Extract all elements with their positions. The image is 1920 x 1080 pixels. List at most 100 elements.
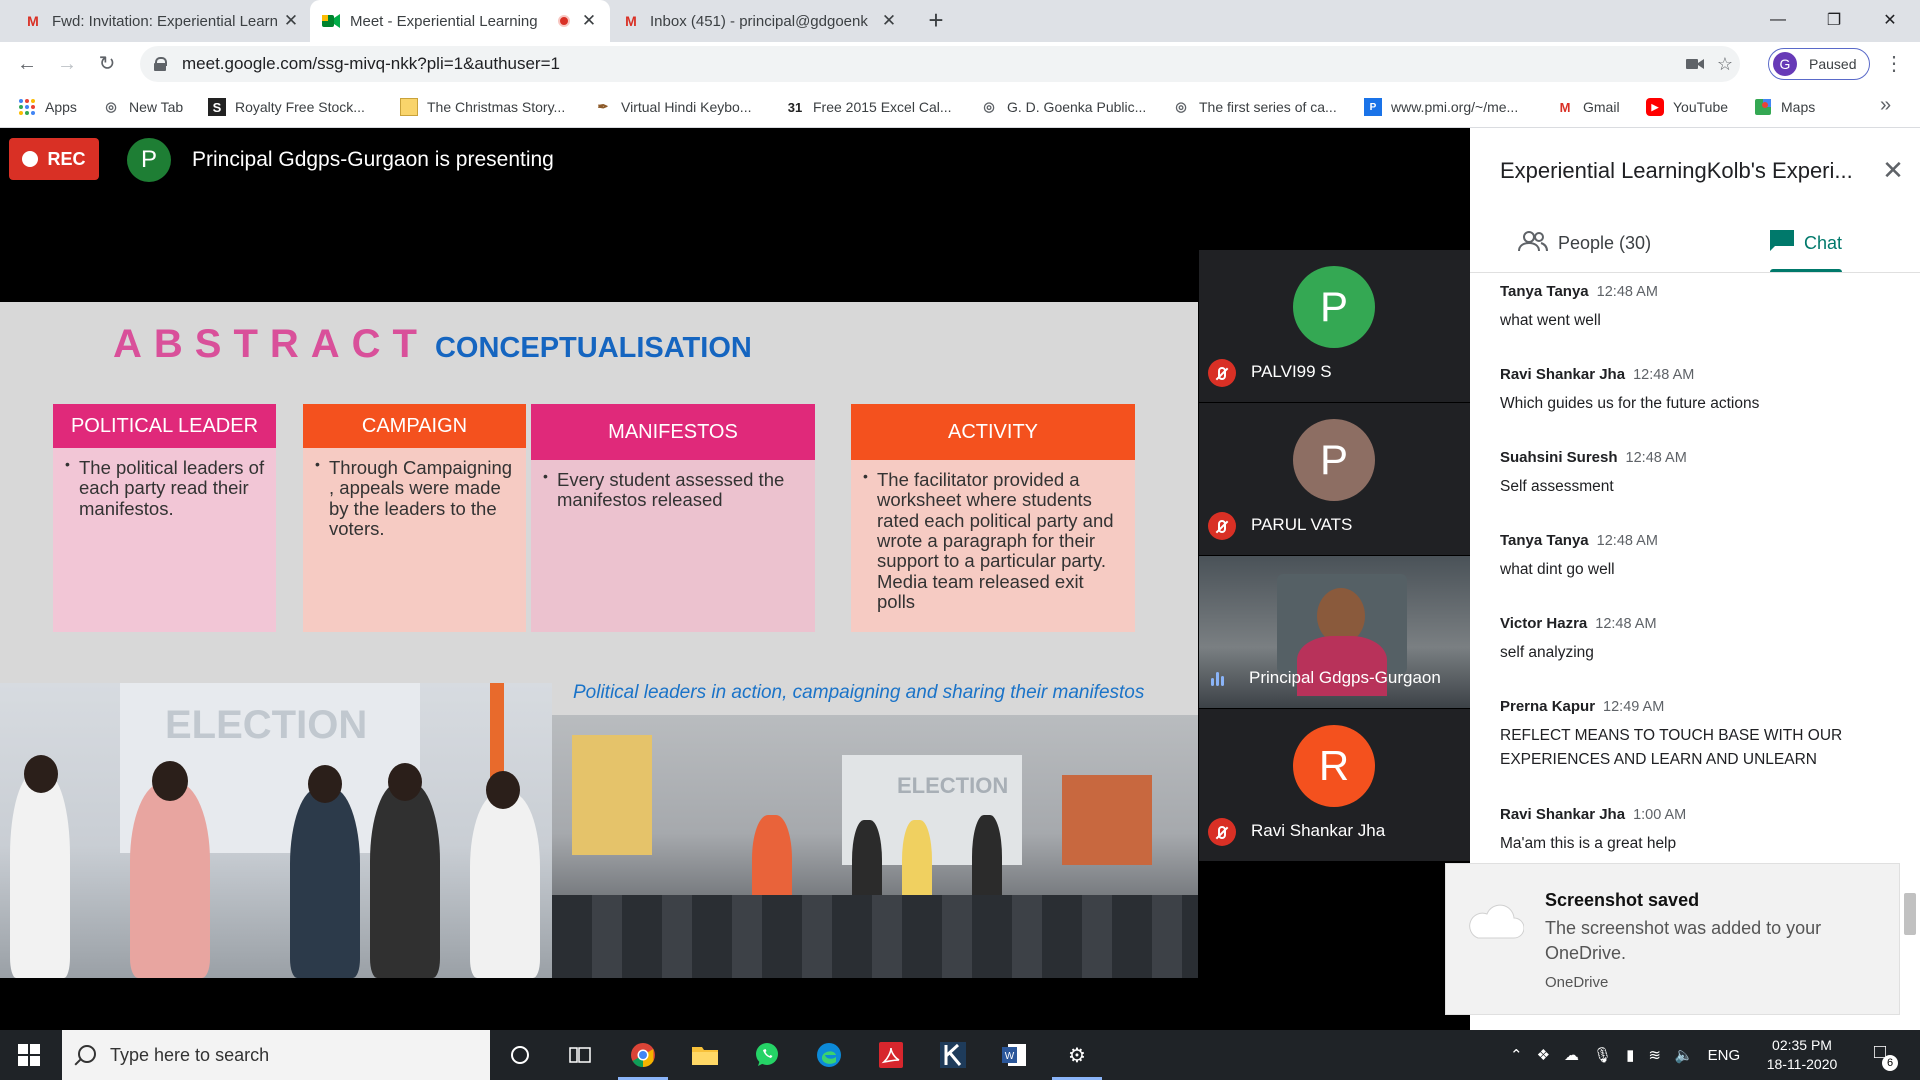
close-tab-icon[interactable]: ✕ — [282, 11, 300, 31]
task-view-icon[interactable] — [551, 1030, 609, 1080]
participant-name: PARUL VATS — [1251, 515, 1353, 534]
toast-body: The screenshot was added to your OneDriv… — [1545, 918, 1822, 964]
tab-title: Inbox (451) - principal@gdgoenk — [650, 12, 868, 30]
card-body: Through Campaigning , appeals were made … — [303, 448, 526, 632]
record-dot-icon — [22, 151, 39, 167]
participant-tile[interactable]: P PALVI99 S — [1199, 250, 1470, 402]
bookmark-christmas-story[interactable]: The Christmas Story... — [400, 96, 565, 118]
tab-people[interactable]: People (30) — [1518, 226, 1651, 260]
camera-icon[interactable] — [1680, 46, 1710, 82]
card-campaign: CAMPAIGN Through Campaigning , appeals w… — [303, 404, 526, 632]
meeting-title: Experiential LearningKolb's Experi... — [1500, 158, 1853, 183]
microphone-icon[interactable]: 🎙 — [1593, 1046, 1612, 1064]
forward-button[interactable]: → — [53, 50, 81, 78]
chat-icon — [1770, 229, 1794, 257]
screenshot-toast[interactable]: Screenshot saved The screenshot was adde… — [1445, 863, 1900, 1015]
profile-status: Paused — [1809, 56, 1857, 72]
timestamp: 12:48 AM — [1625, 450, 1687, 466]
onedrive-cloud-icon — [1464, 902, 1525, 942]
bookmark-pmi[interactable]: P www.pmi.org/~/me... — [1364, 96, 1518, 118]
file-explorer-icon[interactable] — [676, 1030, 734, 1080]
edge-icon[interactable] — [800, 1030, 858, 1080]
shutterstock-icon: S — [208, 98, 226, 116]
new-tab-button[interactable]: + — [922, 6, 950, 34]
onedrive-icon[interactable]: ☁ — [1564, 1046, 1579, 1064]
system-tray: ⌃ ❖ ☁ 🎙 ▮ ≋ 🔈 ENG — [1510, 1030, 1740, 1080]
restore-button[interactable]: ❐ — [1806, 0, 1862, 40]
tab-title: Fwd: Invitation: Experiential Learn — [52, 12, 278, 30]
student-head — [486, 771, 520, 809]
tab-gmail-invitation[interactable]: M Fwd: Invitation: Experiential Learn ✕ — [12, 0, 312, 42]
close-tab-icon[interactable]: ✕ — [880, 11, 898, 31]
avatar: P — [1293, 266, 1375, 348]
language-indicator[interactable]: ENG — [1708, 1047, 1741, 1064]
dropbox-icon[interactable]: ❖ — [1537, 1046, 1550, 1064]
bookmark-label: Maps — [1781, 99, 1816, 115]
tray-chevron-icon[interactable]: ⌃ — [1510, 1046, 1523, 1064]
participant-tile[interactable]: P PARUL VATS — [1199, 403, 1470, 555]
bookmark-label: New Tab — [129, 99, 184, 115]
close-panel-icon[interactable]: ✕ — [1875, 152, 1911, 188]
word-icon[interactable]: W — [986, 1030, 1044, 1080]
bookmark-youtube[interactable]: ▶ YouTube — [1646, 96, 1728, 118]
quill-icon: ✒ — [597, 99, 609, 114]
volume-icon[interactable]: 🔈 — [1675, 1046, 1694, 1064]
bookmark-royalty-free[interactable]: S Royalty Free Stock... — [208, 96, 365, 118]
student-figure — [370, 783, 440, 978]
bookmark-first-series[interactable]: ◎ The first series of ca... — [1172, 96, 1336, 118]
chat-message: Tanya Tanya 12:48 AM what went well — [1500, 283, 1900, 333]
slide-title-main: ABSTRACT — [113, 322, 429, 366]
taskbar-search-input[interactable]: Type here to search — [62, 1030, 490, 1080]
close-tab-icon[interactable]: ✕ — [580, 11, 598, 31]
bookmark-excel-calendar[interactable]: 31 Free 2015 Excel Cal... — [786, 96, 952, 118]
student-head — [388, 763, 422, 801]
wifi-icon[interactable]: ≋ — [1648, 1046, 1661, 1064]
minimize-button[interactable]: — — [1750, 0, 1806, 40]
system-clock[interactable]: 02:35 PM 18-11-2020 — [1762, 1036, 1842, 1074]
start-button[interactable] — [0, 1030, 58, 1080]
browser-toolbar: ← → ↻ meet.google.com/ssg-mivq-nkk?pli=1… — [0, 42, 1920, 86]
bookmark-new-tab[interactable]: ◎ New Tab — [102, 96, 183, 118]
address-bar[interactable]: meet.google.com/ssg-mivq-nkk?pli=1&authu… — [140, 46, 1740, 82]
notifications-icon[interactable]: □ 6 — [1866, 1041, 1898, 1071]
clock-time: 02:35 PM — [1772, 1037, 1832, 1053]
whatsapp-icon[interactable] — [738, 1030, 796, 1080]
app-k-icon[interactable] — [924, 1030, 982, 1080]
wall-board — [1062, 775, 1152, 865]
participant-tile-video[interactable]: Principal Gdgps-Gurgaon — [1199, 556, 1470, 708]
tab-meet[interactable]: Meet - Experiential Learning ✕ — [310, 0, 610, 42]
bookmark-gd-goenka[interactable]: ◎ G. D. Goenka Public... — [980, 96, 1146, 118]
chrome-taskbar-icon[interactable] — [614, 1030, 672, 1080]
clock-date: 18-11-2020 — [1766, 1056, 1838, 1072]
settings-gear-icon[interactable]: ⚙ — [1048, 1030, 1106, 1080]
cortana-icon[interactable] — [491, 1030, 549, 1080]
card-body: The political leaders of each party read… — [53, 448, 276, 632]
card-header: POLITICAL LEADER — [53, 404, 276, 448]
back-button[interactable]: ← — [13, 50, 41, 78]
gmail-icon: M — [27, 13, 39, 29]
sender-name: Ravi Shankar Jha — [1500, 366, 1626, 383]
sender-name: Victor Hazra — [1500, 615, 1588, 632]
search-placeholder: Type here to search — [110, 1044, 270, 1065]
bookmark-apps[interactable]: Apps — [18, 96, 77, 118]
windows-logo-icon — [18, 1044, 40, 1066]
tab-gmail-inbox[interactable]: M Inbox (451) - principal@gdgoenk ✕ — [610, 0, 910, 42]
acrobat-icon[interactable] — [862, 1030, 920, 1080]
card-manifestos: MANIFESTOS Every student assessed the ma… — [531, 404, 815, 632]
scrollbar-thumb[interactable] — [1904, 893, 1916, 935]
reload-button[interactable]: ↻ — [93, 50, 121, 78]
tab-chat[interactable]: Chat — [1770, 226, 1842, 260]
close-window-button[interactable]: ✕ — [1862, 0, 1918, 40]
bookmark-gmail[interactable]: M Gmail — [1556, 96, 1620, 118]
profile-button[interactable]: G Paused — [1768, 48, 1870, 80]
more-bookmarks-icon[interactable]: » — [1880, 94, 1891, 117]
bookmark-hindi-keyboard[interactable]: ✒ Virtual Hindi Keybo... — [594, 96, 752, 118]
windows-taskbar: Type here to search W ⚙ ⌃ ❖ ☁ 🎙 ▮ ≋ 🔈 EN… — [0, 1030, 1920, 1080]
menu-icon[interactable]: ⋮ — [1880, 50, 1908, 78]
bookmark-star-icon[interactable]: ☆ — [1710, 46, 1740, 82]
participant-tile[interactable]: R Ravi Shankar Jha — [1199, 709, 1470, 861]
tab-label: Chat — [1804, 232, 1843, 253]
mic-muted-icon — [1208, 359, 1236, 387]
bookmark-maps[interactable]: Maps — [1754, 96, 1815, 118]
battery-icon[interactable]: ▮ — [1626, 1046, 1634, 1064]
